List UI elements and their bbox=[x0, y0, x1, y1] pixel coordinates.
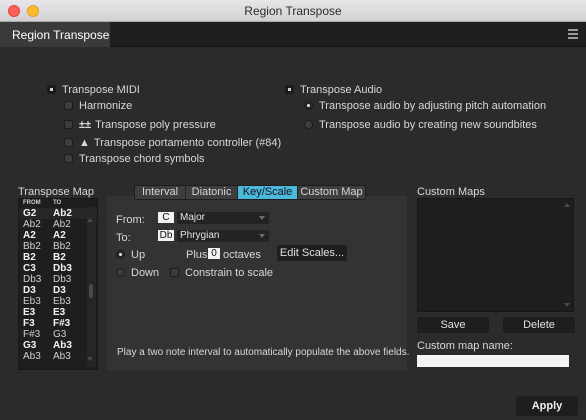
audio-new-soundbites-radio[interactable]: Transpose audio by creating new soundbit… bbox=[304, 119, 537, 131]
transpose-audio-label: Transpose Audio bbox=[300, 84, 383, 96]
mode-tabs: Interval Diatonic Key/Scale Custom Map bbox=[134, 185, 366, 200]
col-to-header: TO bbox=[53, 200, 62, 206]
audio-pitch-automation-radio[interactable]: Transpose audio by adjusting pitch autom… bbox=[304, 100, 546, 112]
poly-pressure-label: Transpose poly pressure bbox=[95, 119, 216, 131]
direction-up-label: Up bbox=[131, 249, 146, 261]
transpose-map-scrollbar[interactable] bbox=[87, 207, 96, 367]
apply-button[interactable]: Apply bbox=[516, 396, 578, 416]
checkbox-icon bbox=[64, 138, 73, 147]
portamento-icon: ▲ bbox=[79, 137, 90, 149]
portamento-label: Transpose portamento controller (#84) bbox=[93, 137, 282, 149]
to-label: To: bbox=[116, 232, 131, 244]
chevron-down-icon bbox=[259, 216, 265, 220]
delete-button[interactable]: Delete bbox=[503, 317, 575, 333]
custom-map-name-label: Custom map name: bbox=[417, 340, 513, 352]
chord-symbols-label: Transpose chord symbols bbox=[79, 153, 205, 165]
radio-icon bbox=[304, 120, 313, 129]
direction-down-radio[interactable]: Down bbox=[116, 267, 159, 279]
plus-label: Plus bbox=[186, 249, 208, 261]
scroll-thumb[interactable] bbox=[89, 284, 93, 298]
harmonize-checkbox[interactable]: Harmonize bbox=[64, 100, 132, 112]
tab-key-scale[interactable]: Key/Scale bbox=[238, 186, 298, 199]
to-scale-value: Phrygian bbox=[180, 230, 220, 241]
radio-icon bbox=[116, 250, 125, 259]
from-label: From: bbox=[116, 214, 145, 226]
window-title: Region Transpose bbox=[244, 4, 342, 18]
direction-up-radio[interactable]: Up bbox=[116, 249, 145, 261]
scroll-up-icon[interactable] bbox=[87, 218, 93, 222]
checkbox-icon bbox=[64, 101, 73, 110]
checkbox-icon bbox=[170, 268, 179, 277]
custom-maps-title: Custom Maps bbox=[417, 186, 485, 198]
radio-icon bbox=[116, 268, 125, 277]
scroll-up-icon[interactable] bbox=[564, 203, 570, 207]
checkbox-icon bbox=[285, 85, 294, 94]
radio-icon bbox=[304, 101, 313, 110]
menu-icon[interactable] bbox=[568, 29, 578, 39]
tab-diatonic[interactable]: Diatonic bbox=[186, 186, 238, 199]
col-from-header: FROM bbox=[23, 200, 41, 206]
poly-pressure-checkbox[interactable]: ±± Transpose poly pressure bbox=[64, 119, 216, 131]
harmonize-label: Harmonize bbox=[79, 100, 133, 112]
interval-hint: Play a two note interval to automaticall… bbox=[117, 347, 410, 358]
to-note-field[interactable]: Db bbox=[158, 230, 174, 241]
custom-map-name-field[interactable] bbox=[417, 355, 569, 367]
octaves-field[interactable]: 0 bbox=[208, 248, 220, 259]
transpose-audio-checkbox[interactable]: Transpose Audio bbox=[285, 84, 382, 96]
checkbox-icon bbox=[64, 154, 73, 163]
constrain-to-scale-checkbox[interactable]: Constrain to scale bbox=[170, 267, 273, 279]
audio-new-soundbites-label: Transpose audio by creating new soundbit… bbox=[319, 119, 537, 131]
checkbox-icon bbox=[47, 85, 56, 94]
tab-custom-map[interactable]: Custom Map bbox=[298, 186, 365, 199]
scroll-down-icon[interactable] bbox=[564, 303, 570, 307]
chord-symbols-checkbox[interactable]: Transpose chord symbols bbox=[64, 153, 205, 165]
edit-scales-button[interactable]: Edit Scales... bbox=[277, 245, 347, 261]
tab-region-transpose[interactable]: Region Transpose bbox=[0, 22, 110, 47]
direction-down-label: Down bbox=[131, 267, 160, 279]
poly-pressure-icon: ±± bbox=[79, 119, 92, 131]
from-scale-dropdown[interactable]: Major bbox=[177, 212, 269, 224]
from-scale-value: Major bbox=[180, 212, 206, 223]
scroll-down-icon[interactable] bbox=[87, 357, 93, 361]
save-button[interactable]: Save bbox=[417, 317, 489, 333]
tab-bar: Region Transpose bbox=[0, 22, 586, 47]
constrain-to-scale-label: Constrain to scale bbox=[185, 267, 274, 279]
tab-interval[interactable]: Interval bbox=[135, 186, 186, 199]
custom-maps-list[interactable] bbox=[417, 198, 574, 312]
transpose-midi-checkbox[interactable]: Transpose MIDI bbox=[47, 84, 140, 96]
checkbox-icon bbox=[64, 120, 73, 129]
chevron-down-icon bbox=[259, 234, 265, 238]
transpose-map-list[interactable]: FROM TO G2 Ab2 Ab2 Ab2 A2 A2 Bb2 Bb2 B2 B2 C3… bbox=[18, 198, 98, 370]
transpose-map-title: Transpose Map bbox=[18, 186, 95, 198]
octaves-label: octaves bbox=[223, 249, 261, 261]
portamento-checkbox[interactable]: ▲ Transpose portamento controller (#84) bbox=[64, 137, 281, 149]
to-scale-dropdown[interactable]: Phrygian bbox=[177, 230, 269, 242]
title-bar: Region Transpose bbox=[0, 0, 586, 22]
transpose-midi-label: Transpose MIDI bbox=[62, 84, 140, 96]
from-note-field[interactable]: C bbox=[158, 212, 174, 223]
audio-pitch-automation-label: Transpose audio by adjusting pitch autom… bbox=[319, 100, 547, 112]
